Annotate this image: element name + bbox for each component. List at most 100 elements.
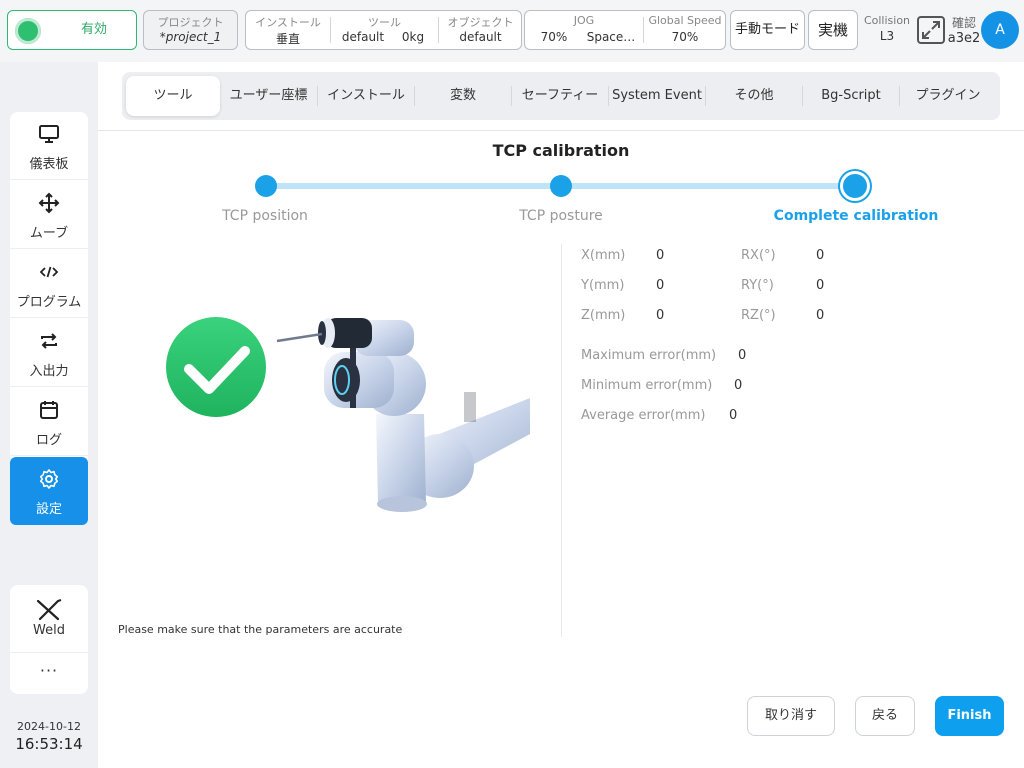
project-label: プロジェクト bbox=[157, 16, 224, 29]
tab-tool[interactable]: ツール bbox=[126, 76, 220, 116]
date-text: 2024-10-12 bbox=[17, 720, 81, 733]
tab-bg-script[interactable]: Bg-Script bbox=[803, 76, 899, 116]
max-error-value: 0 bbox=[738, 348, 747, 363]
jog-label: JOG bbox=[573, 14, 595, 27]
z-value: 0 bbox=[656, 308, 665, 323]
weld-torch-icon bbox=[36, 599, 62, 621]
plugin-box: Weld ··· bbox=[10, 585, 88, 694]
global-speed-label: Global Speed bbox=[648, 14, 722, 27]
sidebar-nav: 儀表板 ムーブ プログラム 入出力 ログ 設定 bbox=[10, 112, 88, 525]
tool-selector[interactable]: ツール default 0kg bbox=[331, 11, 438, 49]
power-indicator-icon bbox=[15, 18, 41, 44]
sidebar-item-settings[interactable]: 設定 bbox=[10, 457, 88, 525]
header-divider bbox=[98, 130, 1024, 131]
jog-value: 70% bbox=[540, 30, 568, 44]
cancel-button[interactable]: 取り消す bbox=[747, 696, 835, 736]
user-avatar[interactable]: A bbox=[981, 11, 1019, 49]
tool-label: ツール bbox=[368, 16, 401, 29]
finish-button[interactable]: Finish bbox=[935, 696, 1004, 736]
tab-system-event[interactable]: System Event bbox=[609, 76, 705, 116]
sidebar-item-label: ムーブ bbox=[29, 226, 69, 241]
global-speed-selector[interactable]: Global Speed 70% bbox=[644, 11, 726, 49]
rz-value: 0 bbox=[816, 308, 825, 323]
expand-icon[interactable] bbox=[916, 15, 946, 45]
install-tool-object-group[interactable]: インストール 垂直 ツール default 0kg オブジェクト default bbox=[245, 10, 522, 50]
page-title: TCP calibration bbox=[492, 141, 630, 160]
jog-selector[interactable]: JOG 70% Space… bbox=[525, 11, 643, 49]
clock: 2024-10-12 16:53:14 bbox=[0, 720, 98, 753]
sidebar-item-label: 儀表板 bbox=[29, 157, 69, 172]
settings-tabs: ツール ユーザー座標 インストール 変数 セーフティー System Event… bbox=[122, 72, 1000, 120]
calibration-illustration bbox=[166, 317, 530, 512]
install-label: インストール bbox=[255, 16, 321, 29]
confirm-status[interactable]: 確認 a3e2 bbox=[946, 14, 982, 46]
install-value: 垂直 bbox=[275, 32, 300, 46]
top-bar: 有効 プロジェクト *project_1 インストール 垂直 ツール defau… bbox=[0, 0, 1024, 62]
project-selector[interactable]: プロジェクト *project_1 bbox=[143, 10, 238, 50]
sidebar-item-label: 設定 bbox=[35, 502, 62, 517]
tool-value: default bbox=[341, 30, 385, 44]
avg-error-label: Average error(mm) bbox=[581, 408, 706, 423]
sidebar: 儀表板 ムーブ プログラム 入出力 ログ 設定 Weld ··· 2024-10… bbox=[0, 62, 98, 768]
collision-value: L3 bbox=[879, 29, 895, 43]
step-3-label: Complete calibration bbox=[773, 208, 939, 224]
collision-level[interactable]: Collision L3 bbox=[862, 14, 912, 43]
max-error-label: Maximum error(mm) bbox=[581, 348, 717, 363]
tab-user-coordinates[interactable]: ユーザー座標 bbox=[220, 76, 317, 116]
step-2-label: TCP posture bbox=[519, 208, 603, 224]
main-panel: ツール ユーザー座標 インストール 変数 セーフティー System Event… bbox=[98, 62, 1024, 768]
step-1-indicator bbox=[255, 175, 277, 197]
back-button[interactable]: 戻る bbox=[855, 696, 915, 736]
object-selector[interactable]: オブジェクト default bbox=[439, 11, 522, 49]
step-3-indicator bbox=[840, 171, 870, 201]
tab-plugins[interactable]: プラグイン bbox=[900, 76, 996, 116]
power-status-toggle[interactable]: 有効 bbox=[7, 10, 137, 50]
time-text: 16:53:14 bbox=[15, 735, 83, 753]
code-icon bbox=[39, 266, 59, 278]
tab-variables[interactable]: 変数 bbox=[415, 76, 511, 116]
weld-label: Weld bbox=[33, 623, 65, 638]
jog-frame: Space… bbox=[586, 30, 636, 44]
sidebar-item-weld[interactable]: Weld bbox=[10, 585, 88, 653]
global-speed-value: 70% bbox=[671, 30, 699, 44]
sidebar-item-label: プログラム bbox=[16, 295, 82, 310]
z-label: Z(mm) bbox=[581, 308, 626, 323]
step-1-label: TCP position bbox=[222, 208, 308, 224]
ry-value: 0 bbox=[816, 278, 825, 293]
sidebar-item-label: 入出力 bbox=[29, 364, 69, 379]
object-label: オブジェクト bbox=[447, 16, 514, 29]
tool-weight: 0kg bbox=[401, 30, 425, 44]
vertical-divider bbox=[561, 244, 562, 637]
rx-label: RX(°) bbox=[741, 248, 776, 263]
ry-label: RY(°) bbox=[741, 278, 774, 293]
tab-other[interactable]: その他 bbox=[706, 76, 802, 116]
sidebar-item-log[interactable]: ログ bbox=[10, 388, 88, 456]
jog-speed-group[interactable]: JOG 70% Space… Global Speed 70% bbox=[524, 10, 726, 50]
success-check-icon bbox=[166, 317, 266, 417]
power-status-label: 有効 bbox=[80, 22, 107, 37]
sidebar-item-program[interactable]: プログラム bbox=[10, 250, 88, 318]
install-selector[interactable]: インストール 垂直 bbox=[246, 11, 330, 49]
sidebar-item-dashboard[interactable]: 儀表板 bbox=[10, 112, 88, 180]
sidebar-item-io[interactable]: 入出力 bbox=[10, 319, 88, 387]
rz-label: RZ(°) bbox=[741, 308, 776, 323]
sidebar-item-label: ログ bbox=[35, 433, 62, 448]
step-2-indicator bbox=[550, 175, 572, 197]
tab-safety[interactable]: セーフティー bbox=[512, 76, 608, 116]
calendar-icon bbox=[40, 401, 58, 419]
move-arrows-icon bbox=[38, 192, 60, 214]
confirm-label: 確認 bbox=[951, 16, 976, 30]
min-error-label: Minimum error(mm) bbox=[581, 378, 713, 393]
real-machine-button[interactable]: 実機 bbox=[808, 10, 858, 50]
x-value: 0 bbox=[656, 248, 665, 263]
confirm-code: a3e2 bbox=[947, 31, 981, 46]
y-value: 0 bbox=[656, 278, 665, 293]
sidebar-item-move[interactable]: ムーブ bbox=[10, 181, 88, 249]
avg-error-value: 0 bbox=[729, 408, 738, 423]
monitor-icon bbox=[39, 125, 59, 143]
more-button[interactable]: ··· bbox=[10, 653, 88, 694]
tab-installation[interactable]: インストール bbox=[318, 76, 414, 116]
swap-icon bbox=[41, 333, 57, 349]
gear-icon bbox=[39, 469, 59, 489]
manual-mode-button[interactable]: 手動モード bbox=[730, 10, 805, 50]
